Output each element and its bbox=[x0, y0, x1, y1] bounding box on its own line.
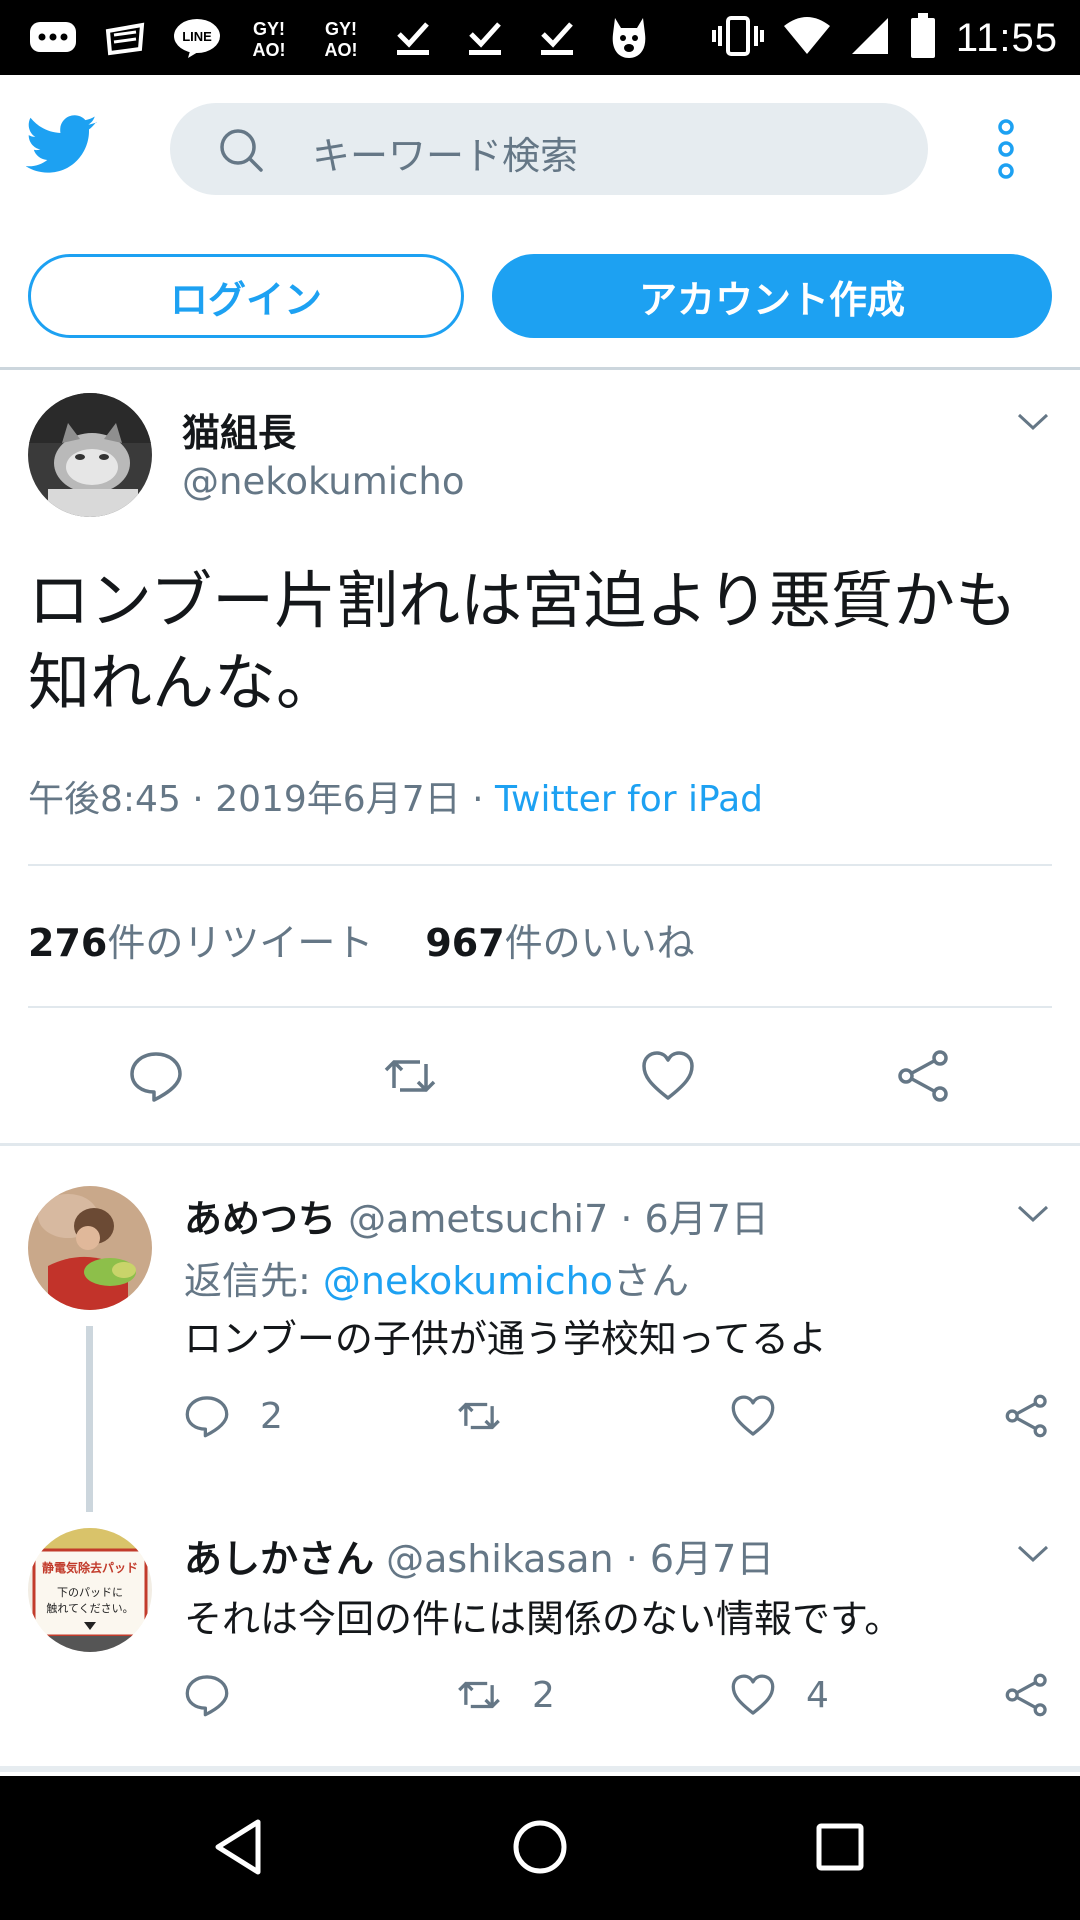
thread-connector bbox=[86, 1326, 93, 1512]
reply-icon[interactable] bbox=[184, 1393, 230, 1439]
share-icon[interactable] bbox=[1004, 1672, 1050, 1718]
top-nav: キーワード検索 bbox=[0, 75, 1080, 225]
like-count: 967 bbox=[425, 921, 505, 965]
svg-text:AO!: AO! bbox=[253, 40, 286, 60]
tweet-meta: 午後8:45 · 2019年6月7日 · Twitter for iPad bbox=[28, 770, 763, 822]
meta-separator: · bbox=[180, 779, 216, 820]
share-icon[interactable] bbox=[1004, 1393, 1050, 1439]
search-bar[interactable]: キーワード検索 bbox=[170, 103, 928, 195]
reply-display-name[interactable]: あめつち bbox=[184, 1197, 336, 1241]
reply-date[interactable]: 6月7日 bbox=[650, 1537, 774, 1581]
search-placeholder: キーワード検索 bbox=[312, 134, 579, 178]
avatar[interactable]: 静電気除去パッド 下のパッドに 触れてください。 bbox=[28, 1528, 152, 1652]
tweet-text: ロンブー片割れは宮迫より悪質かも 知れんな。 bbox=[28, 560, 1052, 724]
reply-header: あしかさん @ashikasan · 6月7日 bbox=[184, 1528, 774, 1583]
like-heart-icon[interactable] bbox=[640, 1048, 696, 1104]
divider bbox=[28, 864, 1052, 866]
app-character-icon bbox=[604, 16, 654, 60]
reply-header: あめつち @ametsuchi7 · 6月7日 bbox=[184, 1188, 769, 1243]
reply-count: 2 bbox=[260, 1396, 283, 1437]
line-app-icon: LINE bbox=[172, 16, 222, 60]
back-icon[interactable] bbox=[206, 1812, 276, 1882]
svg-text:静電気除去パッド: 静電気除去パッド bbox=[42, 1560, 138, 1575]
download-complete-icon bbox=[532, 16, 582, 60]
reply-to-prefix: 返信先: bbox=[184, 1259, 323, 1303]
section-divider bbox=[0, 1143, 1080, 1146]
like-heart-icon[interactable] bbox=[730, 1672, 776, 1718]
twitter-bird-logo-icon[interactable] bbox=[25, 115, 98, 175]
chevron-down-icon[interactable] bbox=[1016, 1204, 1050, 1224]
create-account-button[interactable]: アカウント作成 bbox=[492, 254, 1052, 338]
reply-to-mention[interactable]: @nekokumicho bbox=[323, 1259, 613, 1303]
gyao-app-icon: GY! AO! bbox=[244, 16, 294, 60]
chevron-down-icon[interactable] bbox=[1016, 412, 1050, 432]
login-button[interactable]: ログイン bbox=[28, 254, 464, 338]
retweet-count: 2 bbox=[532, 1675, 555, 1716]
chevron-down-icon[interactable] bbox=[1016, 1544, 1050, 1564]
download-complete-icon bbox=[460, 16, 510, 60]
svg-text:GY!: GY! bbox=[325, 19, 357, 39]
like-label: 件のいいね bbox=[504, 921, 695, 965]
retweet-icon[interactable] bbox=[456, 1672, 502, 1718]
cellular-signal-icon bbox=[850, 16, 890, 60]
svg-text:GY!: GY! bbox=[253, 19, 285, 39]
avatar[interactable] bbox=[28, 393, 152, 517]
retweet-stat[interactable]: 276件のリツイート bbox=[28, 921, 373, 965]
author-display-name[interactable]: 猫組長 bbox=[182, 402, 296, 457]
system-icons: 11:55 bbox=[711, 10, 1058, 66]
tweet-source[interactable]: Twitter for iPad bbox=[495, 779, 763, 820]
reply-text: それは今回の件には関係のない情報です。 bbox=[184, 1597, 903, 1641]
recent-apps-icon[interactable] bbox=[805, 1812, 875, 1882]
tweet-text-line: ロンブー片割れは宮迫より悪質かも bbox=[28, 564, 1017, 637]
tweet-date[interactable]: 2019年6月7日 bbox=[215, 779, 460, 820]
search-icon bbox=[218, 127, 264, 173]
retweet-count: 276 bbox=[28, 921, 108, 965]
cloud-app-notification-icon bbox=[100, 16, 150, 60]
reply-date[interactable]: 6月7日 bbox=[645, 1197, 769, 1241]
meta-separator: · bbox=[460, 779, 495, 820]
download-complete-icon bbox=[388, 16, 438, 60]
like-count: 4 bbox=[806, 1675, 829, 1716]
battery-icon bbox=[910, 13, 936, 63]
tweet-stats: 276件のリツイート 967件のいいね bbox=[28, 912, 695, 967]
reply-icon[interactable] bbox=[184, 1672, 230, 1718]
meta-separator: · bbox=[608, 1197, 645, 1241]
reply-text: ロンブーの子供が通う学校知ってるよ bbox=[184, 1317, 827, 1361]
author-handle[interactable]: @nekokumicho bbox=[182, 460, 464, 503]
reply-handle[interactable]: @ametsuchi7 bbox=[348, 1197, 608, 1241]
share-icon[interactable] bbox=[896, 1048, 952, 1104]
notification-icons: LINE GY! AO! GY! AO! bbox=[28, 14, 654, 62]
reply-icon[interactable] bbox=[128, 1048, 184, 1104]
meta-separator: · bbox=[613, 1537, 650, 1581]
gyao-app-icon: GY! AO! bbox=[316, 16, 366, 60]
divider bbox=[28, 1006, 1052, 1008]
more-options-icon[interactable] bbox=[994, 119, 1018, 179]
vibrate-icon bbox=[711, 14, 764, 62]
svg-text:触れてください。: 触れてください。 bbox=[46, 1601, 133, 1615]
retweet-icon[interactable] bbox=[382, 1048, 438, 1104]
svg-text:LINE: LINE bbox=[182, 29, 212, 44]
svg-text:AO!: AO! bbox=[325, 40, 358, 60]
like-heart-icon[interactable] bbox=[730, 1393, 776, 1439]
svg-text:下のパッドに: 下のパッドに bbox=[57, 1586, 123, 1599]
reply-handle[interactable]: @ashikasan bbox=[386, 1537, 614, 1581]
reply-display-name[interactable]: あしかさん bbox=[184, 1537, 374, 1581]
like-stat[interactable]: 967件のいいね bbox=[425, 921, 694, 965]
home-icon[interactable] bbox=[505, 1812, 575, 1882]
retweet-icon[interactable] bbox=[456, 1393, 502, 1439]
header-divider bbox=[0, 367, 1080, 370]
avatar[interactable] bbox=[28, 1186, 152, 1310]
wifi-icon bbox=[783, 16, 830, 60]
retweet-label: 件のリツイート bbox=[107, 921, 374, 965]
tweet-time[interactable]: 午後8:45 bbox=[28, 779, 181, 820]
reply-to-line: 返信先: @nekokumichoさん bbox=[184, 1250, 689, 1305]
android-navigation-bar bbox=[0, 1776, 1080, 1920]
clock: 11:55 bbox=[955, 15, 1058, 60]
tweet-text-line: 知れんな。 bbox=[28, 646, 339, 719]
status-bar: LINE GY! AO! GY! AO! 11:55 bbox=[0, 0, 1080, 75]
chat-bubble-notification-icon bbox=[28, 16, 78, 60]
reply-to-suffix: さん bbox=[612, 1259, 689, 1303]
section-divider bbox=[0, 1766, 1080, 1772]
